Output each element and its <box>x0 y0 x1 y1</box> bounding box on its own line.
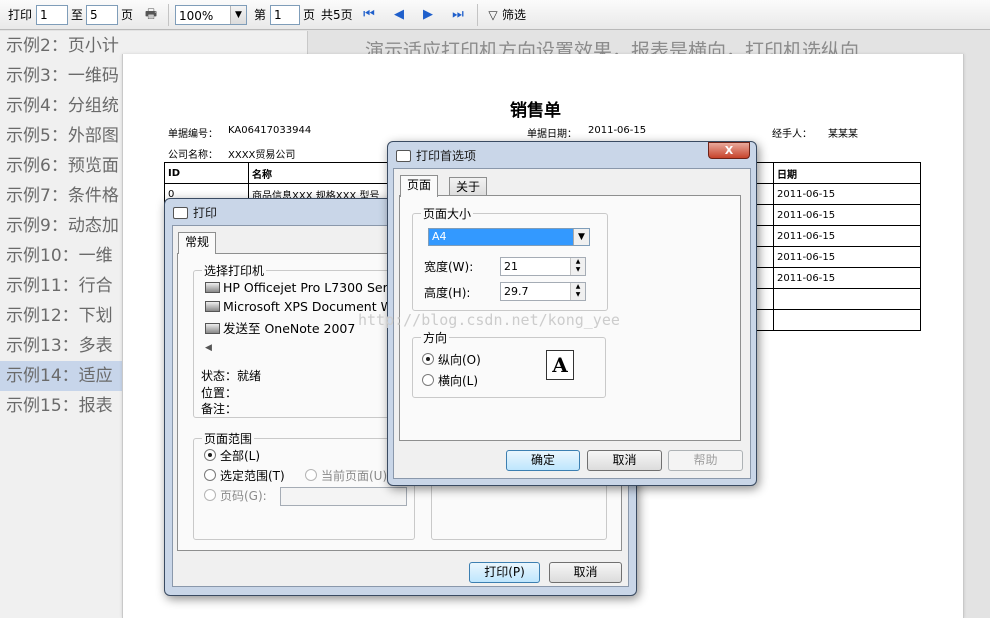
status-label: 状态： <box>201 369 238 383</box>
prefs-dialog-title-text: 打印首选项 <box>416 149 477 163</box>
cell-date <box>773 309 921 331</box>
to-page-input[interactable] <box>86 5 118 25</box>
page-size-value: A4 <box>432 230 447 243</box>
range-pages-radio[interactable] <box>204 489 216 501</box>
portrait-orientation-icon: A <box>546 350 574 380</box>
tab-about[interactable]: 关于 <box>449 177 488 196</box>
width-label: 宽度(W): <box>424 260 474 274</box>
help-button[interactable]: 帮助 <box>668 450 743 471</box>
range-current-label: 当前页面(U) <box>321 469 388 483</box>
print-cancel-button[interactable]: 取消 <box>549 562 622 583</box>
copies-group <box>431 478 607 540</box>
chevron-down-icon[interactable]: ▼ <box>573 229 589 245</box>
landscape-radio[interactable] <box>422 374 434 386</box>
printer-icon <box>173 207 188 219</box>
orientation-label: 方向 <box>421 329 450 346</box>
chevron-down-icon[interactable]: ▼ <box>230 6 246 24</box>
location-label: 位置： <box>201 386 238 400</box>
comment-label: 备注： <box>201 402 238 416</box>
select-printer-label: 选择打印机 <box>202 262 267 279</box>
print-dialog-title: 打印 <box>173 203 217 223</box>
toolbar: 打印 至 页 🖶 100% ▼ 第 页 共5页 ⏮ ◀ ▶ ⏭ ▽ 筛选 <box>0 0 990 30</box>
previous-page-icon[interactable]: ◀ <box>389 5 409 25</box>
portrait-label: 纵向(O) <box>438 353 481 367</box>
width-input[interactable]: 21 ▲ ▼ <box>500 257 586 276</box>
range-all-radio[interactable] <box>204 449 216 461</box>
page-size-label: 页面大小 <box>421 205 474 222</box>
cell-date: 2011-06-15 <box>773 267 921 289</box>
toolbar-divider <box>477 4 478 26</box>
printer-item[interactable]: HP Officejet Pro L7300 Series <box>205 280 405 295</box>
page-range-input[interactable] <box>280 487 407 506</box>
page-suffix-label: 页 <box>303 8 316 22</box>
handler-label: 经手人： <box>772 129 812 140</box>
zoom-select[interactable]: 100% ▼ <box>175 5 247 25</box>
printer-icon <box>205 323 220 334</box>
cell-date: 2011-06-15 <box>773 246 921 268</box>
page-size-select[interactable]: A4 ▼ <box>428 228 590 246</box>
next-page-icon[interactable]: ▶ <box>418 5 438 25</box>
zoom-value: 100% <box>179 9 214 23</box>
doc-date-label: 单据日期： <box>527 129 577 140</box>
company-label: 公司名称： <box>168 150 218 161</box>
doc-no-label: 单据编号： <box>168 129 218 140</box>
toolbar-divider <box>168 4 169 26</box>
filter-icon[interactable]: ▽ <box>483 5 503 25</box>
doc-no-value: KA06417033944 <box>228 125 312 136</box>
height-label: 高度(H): <box>424 286 471 300</box>
height-input[interactable]: 29.7 ▲ ▼ <box>500 282 586 301</box>
width-value: 21 <box>504 260 518 273</box>
tab-general[interactable]: 常规 <box>178 232 217 254</box>
page-range-label: 页面范围 <box>202 430 255 447</box>
range-current-radio[interactable] <box>305 469 317 481</box>
height-spinner-icon[interactable]: ▲ ▼ <box>570 283 585 300</box>
watermark: http://blog.csdn.net/kong_yee <box>358 311 620 329</box>
print-label: 打印 <box>8 8 33 22</box>
printer-name: HP Officejet Pro L7300 Series <box>223 280 406 295</box>
handler-value: 某某某 <box>828 129 858 140</box>
report-title: 销售单 <box>510 101 561 121</box>
doc-date-value: 2011-06-15 <box>588 125 647 136</box>
company-value: XXXX贸易公司 <box>228 150 296 161</box>
ok-button[interactable]: 确定 <box>506 450 580 471</box>
current-page-input[interactable] <box>270 5 300 25</box>
from-page-input[interactable] <box>36 5 68 25</box>
first-page-icon[interactable]: ⏮ <box>359 5 379 25</box>
scroll-left-icon[interactable]: ◀ <box>205 343 212 353</box>
status-value: 就绪 <box>237 369 262 383</box>
filter-button[interactable]: 筛选 <box>502 5 526 25</box>
cell-date: 2011-06-15 <box>773 204 921 226</box>
range-selection-radio[interactable] <box>204 469 216 481</box>
last-page-icon[interactable]: ⏭ <box>448 5 468 25</box>
close-icon[interactable]: X <box>708 142 750 159</box>
landscape-label: 横向(L) <box>438 374 479 388</box>
range-all-label: 全部(L) <box>220 449 261 463</box>
range-selection-label: 选定范围(T) <box>220 469 285 483</box>
printer-icon <box>205 301 220 312</box>
to-label: 至 <box>71 8 84 22</box>
prefs-dialog-title: 打印首选项 <box>396 146 476 166</box>
width-spinner-icon[interactable]: ▲ ▼ <box>570 258 585 275</box>
range-pages-label: 页码(G): <box>220 489 267 503</box>
page-prefix-label: 第 <box>254 8 267 22</box>
header-date: 日期 <box>773 162 921 184</box>
tab-page[interactable]: 页面 <box>400 175 439 197</box>
cell-date: 2011-06-15 <box>773 225 921 247</box>
print-button[interactable]: 打印(P) <box>469 562 540 583</box>
portrait-radio[interactable] <box>422 353 434 365</box>
printer-icon[interactable]: 🖶 <box>141 5 161 25</box>
print-dialog-title-text: 打印 <box>193 206 218 220</box>
printer-icon <box>205 282 220 293</box>
total-pages-label: 共5页 <box>321 8 353 22</box>
height-value: 29.7 <box>504 285 529 298</box>
prefs-cancel-button[interactable]: 取消 <box>587 450 662 471</box>
cell-date <box>773 288 921 310</box>
printer-item[interactable]: 发送至 OneNote 2007 <box>205 318 355 337</box>
printer-name: 发送至 OneNote 2007 <box>223 321 356 336</box>
printer-icon <box>396 150 411 162</box>
page-unit-label: 页 <box>121 8 134 22</box>
cell-date: 2011-06-15 <box>773 183 921 205</box>
header-id: ID <box>164 162 249 184</box>
